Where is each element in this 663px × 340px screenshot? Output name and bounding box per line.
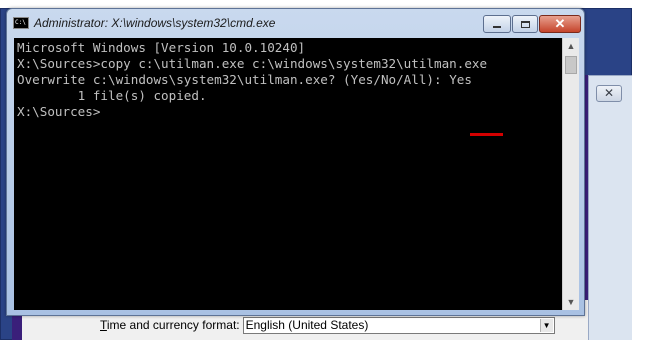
close-icon: ✕ <box>554 16 566 31</box>
minimize-button[interactable] <box>483 15 511 33</box>
highlight-underline <box>470 133 503 136</box>
scroll-up-icon[interactable]: ▲ <box>563 38 579 54</box>
window-title: Administrator: X:\windows\system32\cmd.e… <box>34 16 276 30</box>
console-line: X:\Sources>copy c:\utilman.exe c:\window… <box>17 56 488 71</box>
setup-dialog <box>588 75 632 340</box>
console-output[interactable]: Microsoft Windows [Version 10.0.10240] X:… <box>14 38 562 310</box>
time-currency-label: Time and currency format: <box>100 318 240 332</box>
maximize-icon <box>520 20 530 28</box>
console-line: 1 file(s) copied. <box>17 88 207 103</box>
cmd-window: C:\ Administrator: X:\windows\system32\c… <box>6 8 585 316</box>
close-button[interactable]: ✕ <box>539 15 581 33</box>
console-line: Microsoft Windows [Version 10.0.10240] <box>17 40 306 55</box>
scrollbar[interactable]: ▲ ▼ <box>562 38 579 310</box>
setup-close-button[interactable]: ✕ <box>596 85 622 102</box>
scroll-down-icon[interactable]: ▼ <box>563 294 579 310</box>
minimize-icon <box>493 26 501 28</box>
cmd-icon[interactable]: C:\ <box>13 17 29 29</box>
close-icon: ✕ <box>603 86 615 100</box>
maximize-button[interactable] <box>512 15 538 33</box>
console-line-overwrite: Overwrite c:\windows\system32\utilman.ex… <box>17 72 472 87</box>
time-currency-row: Time and currency format: English (Unite… <box>100 316 555 334</box>
console-text: Microsoft Windows [Version 10.0.10240] X:… <box>17 40 487 120</box>
time-currency-select[interactable]: English (United States) ▼ <box>242 316 555 334</box>
chevron-down-icon[interactable]: ▼ <box>539 318 553 332</box>
overwrite-answer: Yes <box>449 72 472 87</box>
scroll-thumb[interactable] <box>565 56 577 74</box>
time-currency-value: English (United States) <box>245 317 369 332</box>
console-prompt: X:\Sources> <box>17 104 101 119</box>
